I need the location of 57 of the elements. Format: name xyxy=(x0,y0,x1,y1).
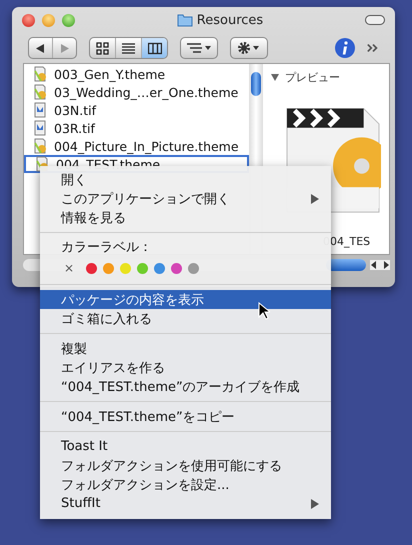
arrange-icon xyxy=(186,42,212,54)
file-row[interactable]: 03R.tif xyxy=(24,119,249,137)
menu-item[interactable]: フォルダアクションを設定... xyxy=(40,475,331,494)
menu-item[interactable]: このアプリケーションで開く xyxy=(40,189,331,208)
arrange-button[interactable] xyxy=(180,37,218,59)
theme-file-icon xyxy=(34,138,46,154)
menu-item[interactable]: 情報を見る xyxy=(40,208,331,227)
column-view-icon xyxy=(148,42,162,54)
file-name: 004_Picture_In_Picture.theme xyxy=(54,138,239,154)
cursor-icon xyxy=(258,302,270,320)
scroll-arrows-icon[interactable] xyxy=(370,260,390,270)
color-label-dot[interactable] xyxy=(154,262,166,274)
folder-icon xyxy=(176,13,193,27)
disclosure-triangle-icon[interactable] xyxy=(271,73,279,81)
window-title: Resources xyxy=(196,12,264,28)
menu-item[interactable]: StuffIt xyxy=(40,494,331,513)
theme-file-icon xyxy=(34,66,46,82)
menu-item[interactable]: 複製 xyxy=(40,339,331,358)
file-name: 03_Wedding_…er_One.theme xyxy=(54,84,238,100)
image-file-icon xyxy=(34,102,46,118)
chevron-icon[interactable] xyxy=(367,43,379,53)
file-row[interactable]: 004_Picture_In_Picture.theme xyxy=(24,137,249,155)
color-label-dot[interactable] xyxy=(188,262,200,274)
list-view-icon xyxy=(122,42,136,54)
forward-arrow-icon xyxy=(60,44,69,52)
back-arrow-icon xyxy=(36,44,45,52)
color-label-dot[interactable] xyxy=(137,262,148,274)
menu-item[interactable]: 開く xyxy=(40,170,331,189)
theme-file-icon xyxy=(34,84,46,100)
remove-label-button[interactable]: × xyxy=(64,261,74,275)
gear-icon xyxy=(236,41,262,55)
file-row[interactable]: 03_Wedding_…er_One.theme xyxy=(24,83,249,101)
color-label-dot[interactable] xyxy=(103,262,114,274)
menu-item[interactable]: ゴミ箱に入れる xyxy=(40,309,331,328)
info-icon[interactable] xyxy=(335,38,355,58)
image-file-icon xyxy=(34,120,46,136)
menu-item[interactable]: フォルダアクションを使用可能にする xyxy=(40,456,331,475)
color-label-dot[interactable] xyxy=(120,262,132,274)
column-view-button[interactable] xyxy=(141,38,167,58)
menu-item[interactable]: パッケージの内容を表示 xyxy=(40,290,331,309)
menu-item[interactable]: Toast It xyxy=(40,437,331,456)
toolbar-toggle-button[interactable] xyxy=(365,15,385,25)
menu-item[interactable]: “004_TEST.theme”のアーカイブを作成 xyxy=(40,377,331,396)
preview-heading: プレビュー xyxy=(285,70,340,85)
file-row[interactable]: 03N.tif xyxy=(24,101,249,119)
file-name: 03N.tif xyxy=(54,102,96,118)
file-name: 003_Gen_Y.theme xyxy=(54,66,166,82)
color-label-dot[interactable] xyxy=(86,262,98,274)
close-button[interactable] xyxy=(22,14,35,26)
icon-view-icon xyxy=(96,42,110,54)
menu-item[interactable]: “004_TEST.theme”をコピー xyxy=(40,407,331,426)
menu-item[interactable]: エイリアスを作る xyxy=(40,358,331,377)
file-row[interactable]: 003_Gen_Y.theme xyxy=(24,65,249,83)
color-label-dot[interactable] xyxy=(171,262,182,274)
file-name: 03R.tif xyxy=(54,120,95,136)
action-button[interactable] xyxy=(230,37,268,59)
file-name: 004_TEST.theme xyxy=(56,156,160,172)
